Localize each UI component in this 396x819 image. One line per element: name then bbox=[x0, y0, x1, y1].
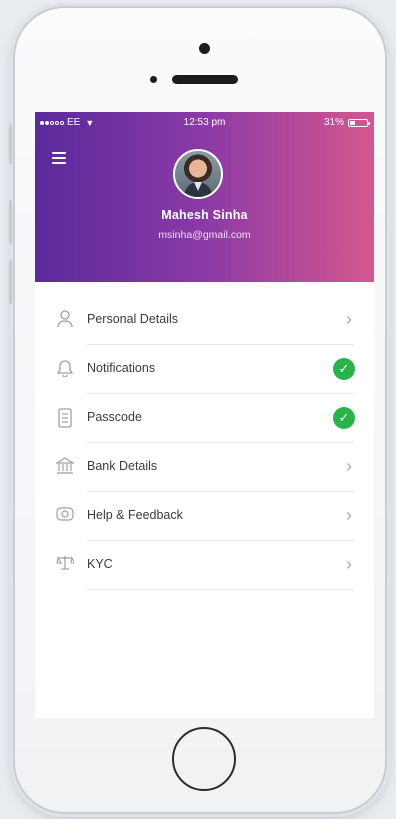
battery-level-fill bbox=[350, 120, 355, 125]
check-icon: ✓ bbox=[333, 358, 355, 380]
volume-up-button bbox=[9, 200, 12, 244]
chevron-right-icon: › bbox=[346, 505, 352, 525]
menu-item-label: KYC bbox=[87, 557, 113, 571]
earpiece-speaker bbox=[172, 75, 238, 84]
battery-percent: 31% bbox=[323, 117, 344, 128]
chevron-right-icon: › bbox=[346, 554, 352, 574]
status-bar: EE ▼ 12:53 pm 31% bbox=[35, 112, 374, 134]
menu-item-help-feedback[interactable]: Help & Feedback › bbox=[35, 492, 374, 541]
avatar[interactable] bbox=[173, 149, 223, 199]
menu-item-kyc[interactable]: KYC › bbox=[35, 541, 374, 590]
check-icon: ✓ bbox=[333, 407, 355, 429]
menu-item-notifications[interactable]: Notifications ✓ bbox=[35, 345, 374, 394]
user-name: Mahesh Sinha bbox=[161, 208, 248, 222]
front-camera bbox=[199, 43, 210, 54]
mute-switch bbox=[9, 124, 12, 164]
menu-item-label: Bank Details bbox=[87, 459, 158, 473]
user-email: msinha@gmail.com bbox=[158, 229, 251, 241]
user-icon bbox=[55, 310, 75, 330]
bell-icon bbox=[55, 359, 75, 379]
profile-header: EE ▼ 12:53 pm 31% Mahesh Sinha msinha@gm… bbox=[35, 112, 374, 282]
menu-item-label: Help & Feedback bbox=[87, 508, 183, 522]
menu-item-personal-details[interactable]: Personal Details › bbox=[35, 296, 374, 345]
hamburger-menu-icon[interactable] bbox=[52, 152, 66, 164]
home-button[interactable] bbox=[172, 727, 236, 791]
id-card-icon bbox=[55, 555, 76, 575]
menu-item-bank-details[interactable]: Bank Details › bbox=[35, 443, 374, 492]
menu-item-label: Personal Details bbox=[87, 312, 179, 326]
status-right: 31% bbox=[323, 117, 370, 128]
chevron-right-icon: › bbox=[346, 456, 352, 476]
help-icon bbox=[55, 506, 75, 526]
menu-item-label: Notifications bbox=[87, 361, 156, 375]
proximity-sensor bbox=[150, 76, 157, 83]
divider bbox=[87, 589, 354, 590]
bank-icon bbox=[54, 457, 76, 477]
settings-menu-list: Personal Details › Notifications ✓ Passc… bbox=[35, 296, 374, 590]
lock-icon bbox=[55, 408, 75, 428]
app-screen: EE ▼ 12:53 pm 31% Mahesh Sinha msinha@gm… bbox=[35, 112, 374, 718]
menu-item-label: Passcode bbox=[87, 410, 142, 424]
chevron-right-icon: › bbox=[346, 309, 352, 329]
battery-icon bbox=[348, 118, 370, 127]
menu-item-passcode[interactable]: Passcode ✓ bbox=[35, 394, 374, 443]
volume-down-button bbox=[9, 260, 12, 304]
